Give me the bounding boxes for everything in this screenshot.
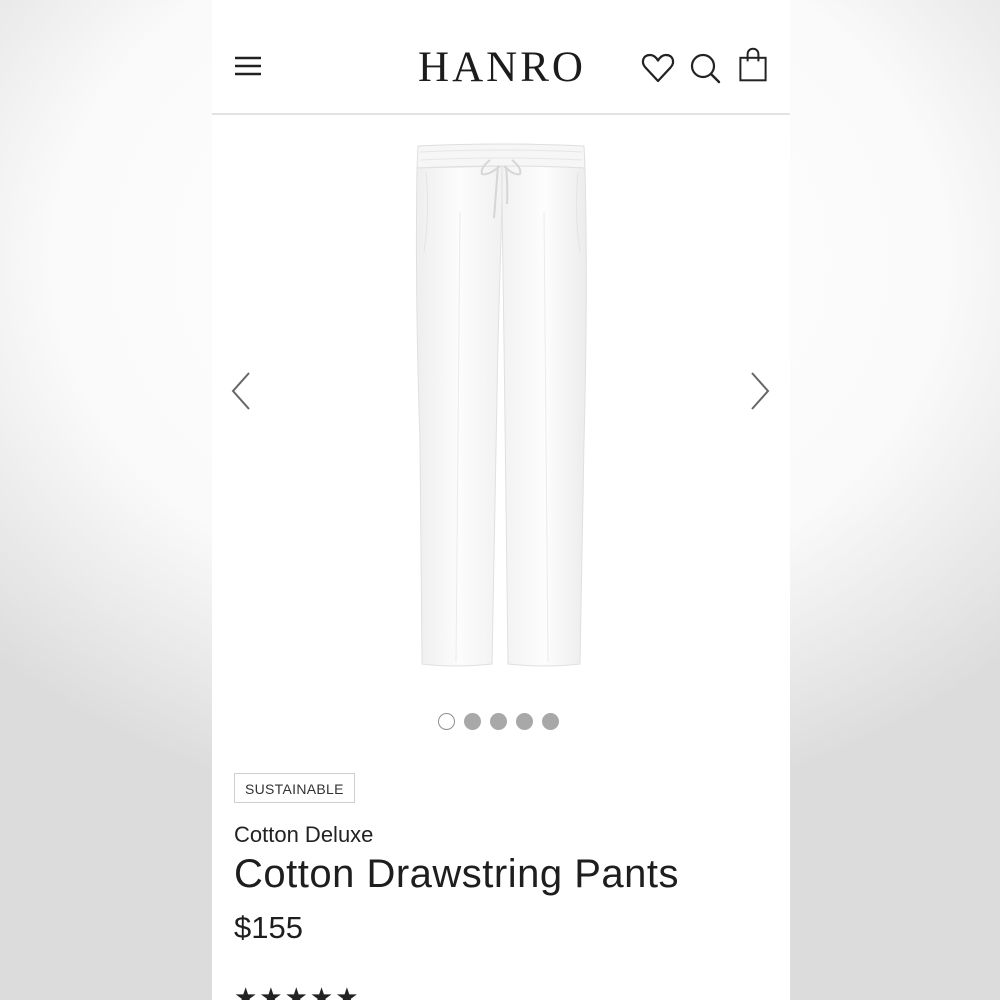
heart-icon[interactable] (640, 50, 676, 86)
hamburger-menu-icon[interactable] (234, 54, 262, 78)
carousel-pagination (438, 713, 559, 733)
product-image[interactable] (412, 142, 592, 672)
carousel-dot[interactable] (464, 713, 481, 730)
carousel-dot[interactable] (516, 713, 533, 730)
carousel-dot[interactable] (542, 713, 559, 730)
search-icon[interactable] (687, 50, 723, 86)
mobile-page: HANRO SUSTAINABLE Cotton Deluxe Cotton D… (212, 0, 790, 1000)
product-price: $155 (234, 910, 303, 945)
shopping-bag-icon[interactable] (735, 47, 771, 83)
chevron-left-icon[interactable] (229, 371, 253, 411)
product-title: Cotton Drawstring Pants (234, 852, 680, 896)
sustainable-badge: SUSTAINABLE (234, 773, 355, 803)
carousel-dot[interactable] (490, 713, 507, 730)
site-header: HANRO (212, 0, 790, 115)
product-gallery (212, 117, 790, 757)
product-collection: Cotton Deluxe (234, 822, 374, 847)
carousel-dot[interactable] (438, 713, 455, 730)
brand-logo[interactable]: HANRO (402, 40, 602, 96)
chevron-right-icon[interactable] (748, 371, 772, 411)
rating-stars[interactable]: ★★★★★ (234, 982, 361, 1000)
